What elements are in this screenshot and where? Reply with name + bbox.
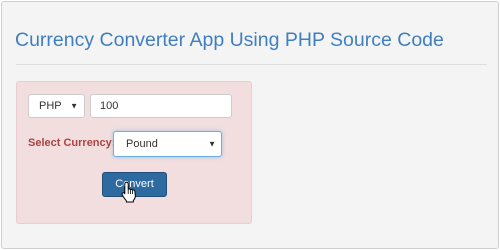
page-title: Currency Converter App Using PHP Source … — [15, 29, 444, 51]
chevron-down-icon: ▼ — [70, 101, 78, 111]
page-frame: Currency Converter App Using PHP Source … — [1, 1, 499, 249]
hand-pointer-cursor-icon — [121, 181, 136, 203]
title-divider — [16, 64, 487, 65]
amount-input[interactable]: 100 — [90, 94, 232, 118]
from-currency-value: PHP — [39, 100, 62, 112]
chevron-down-icon: ▼ — [208, 139, 216, 149]
from-currency-select[interactable]: PHP ▼ — [28, 94, 85, 118]
amount-value: 100 — [100, 100, 119, 112]
select-currency-label: Select Currency: — [28, 137, 116, 149]
to-currency-value: Pound — [126, 138, 158, 150]
to-currency-select[interactable]: Pound ▼ — [113, 131, 222, 157]
